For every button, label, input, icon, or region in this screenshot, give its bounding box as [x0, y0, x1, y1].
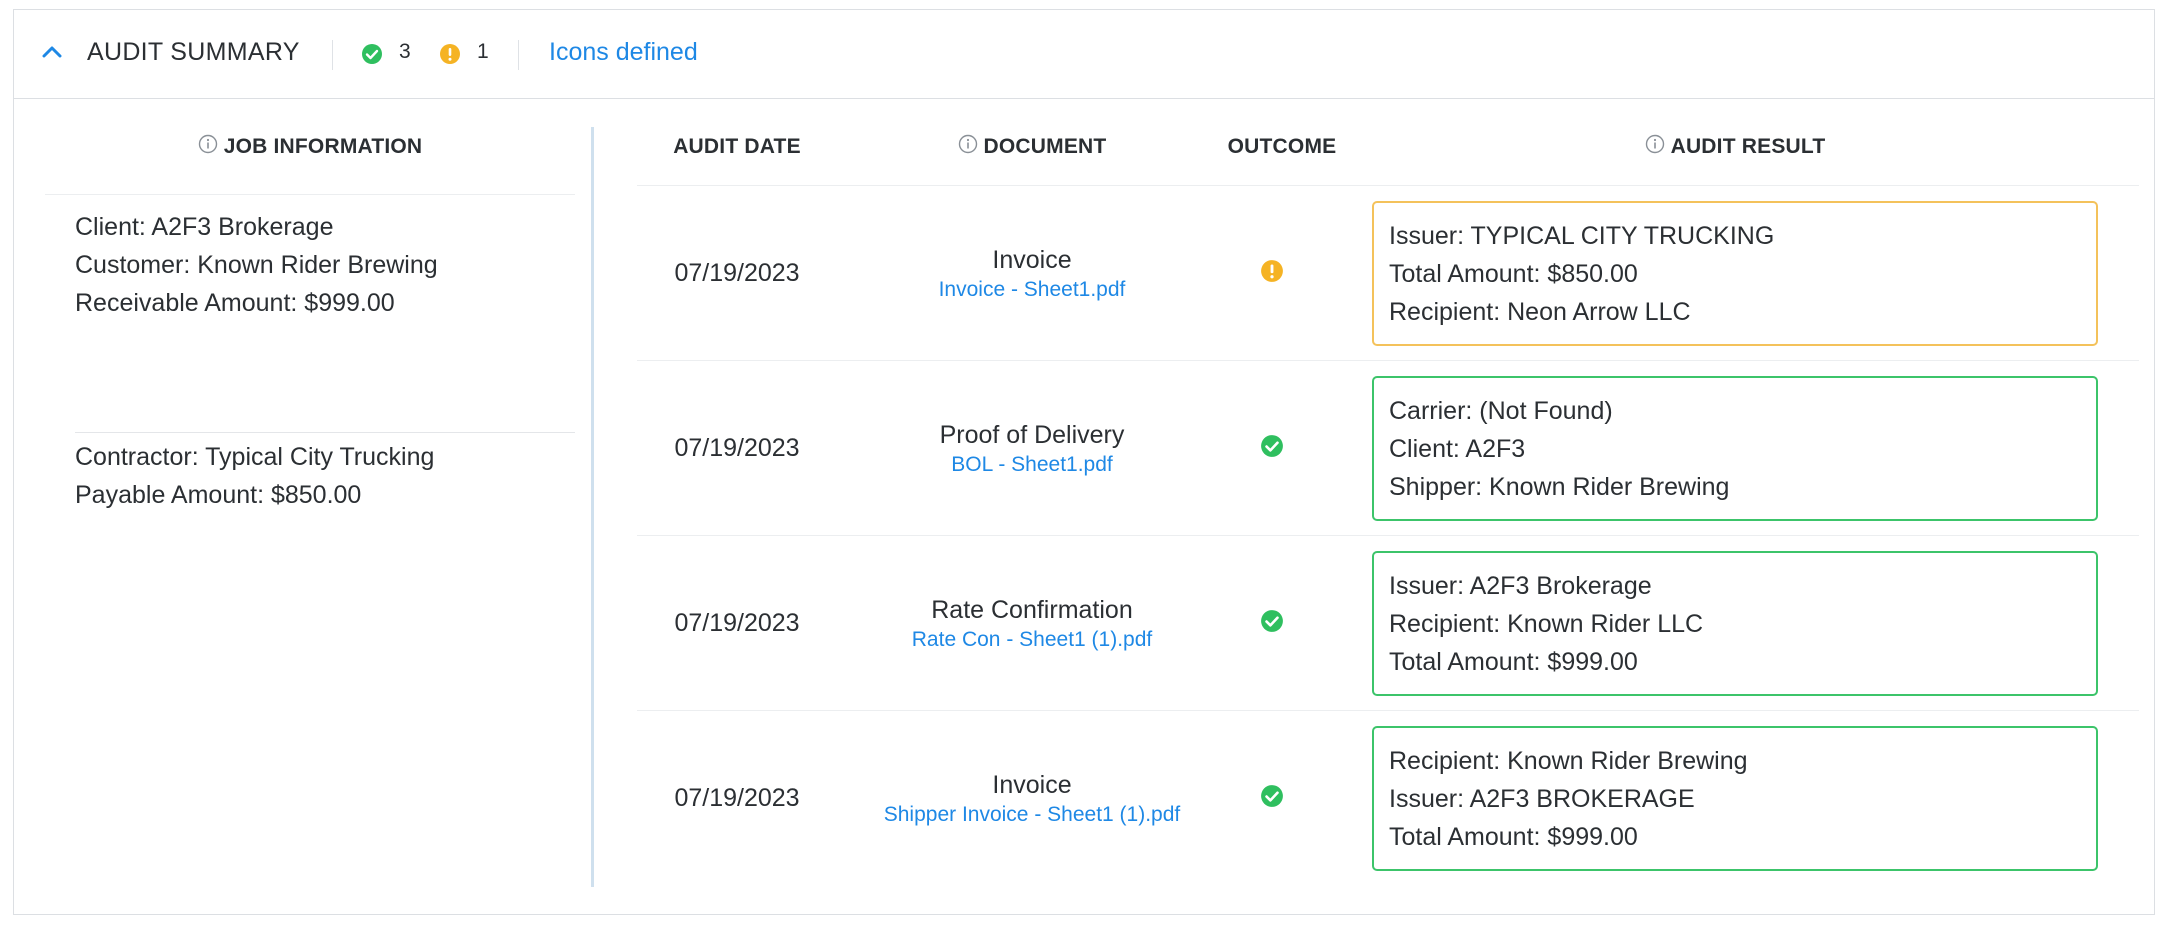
contractor-text: Contractor: Typical City Trucking [75, 443, 435, 471]
document-type: Invoice [992, 770, 1072, 799]
icons-defined-link[interactable]: Icons defined [549, 38, 698, 67]
audit-result-line: Issuer: A2F3 Brokerage [1389, 572, 1652, 600]
audit-result-box: Issuer: A2F3 Brokerage Recipient: Known … [1372, 551, 2098, 696]
payable-amount-text: Payable Amount: $850.00 [75, 481, 362, 509]
outcome-cell [1242, 361, 1302, 536]
job-contractor-info: Contractor: Typical City Trucking Payabl… [75, 438, 434, 514]
job-information-header: JOB INFORMATION [45, 122, 575, 172]
audit-date: 07/19/2023 [674, 434, 800, 462]
check-circle-icon [1260, 434, 1284, 463]
audit-result-line: Issuer: A2F3 BROKERAGE [1389, 785, 1695, 813]
header-divider [518, 40, 519, 70]
audit-result-line: Total Amount: $999.00 [1389, 648, 1638, 676]
document-cell: Invoice Invoice - Sheet1.pdf [832, 186, 1232, 361]
audit-row: 07/19/2023 Invoice Shipper Invoice - She… [637, 711, 2139, 886]
warning-count: 1 [477, 40, 489, 63]
audit-result-line: Recipient: Known Rider Brewing [1389, 747, 1748, 775]
document-file-link[interactable]: Invoice - Sheet1.pdf [939, 276, 1126, 304]
audit-date: 07/19/2023 [674, 259, 800, 287]
info-circle-icon[interactable] [198, 134, 218, 160]
audit-result-line: Total Amount: $850.00 [1389, 260, 1638, 288]
audit-result-line: Recipient: Known Rider LLC [1389, 610, 1704, 638]
audit-result-header: AUDIT RESULT [1372, 122, 2098, 172]
audit-result-line: Carrier: (Not Found) [1389, 397, 1613, 425]
audit-result-line: Client: A2F3 [1389, 435, 1526, 463]
header-divider [332, 40, 333, 70]
success-count: 3 [399, 40, 411, 63]
audit-result-line: Total Amount: $999.00 [1389, 823, 1638, 851]
audit-result-label: AUDIT RESULT [1670, 135, 1826, 158]
exclamation-circle-icon [1260, 259, 1284, 288]
document-type: Invoice [992, 245, 1072, 274]
audit-row: 07/19/2023 Invoice Invoice - Sheet1.pdf … [637, 186, 2139, 361]
document-file-link[interactable]: Shipper Invoice - Sheet1 (1).pdf [884, 801, 1181, 829]
audit-result-box: Recipient: Known Rider Brewing Issuer: A… [1372, 726, 2098, 871]
document-type: Proof of Delivery [939, 420, 1125, 449]
check-circle-icon [1260, 609, 1284, 638]
job-information-label: JOB INFORMATION [223, 135, 423, 158]
job-customer-info: Client: A2F3 Brokerage Customer: Known R… [75, 208, 438, 322]
job-info-divider [75, 432, 575, 433]
outcome-label: OUTCOME [1227, 135, 1337, 158]
document-file-link[interactable]: Rate Con - Sheet1 (1).pdf [912, 626, 1152, 654]
audit-date-label: AUDIT DATE [673, 135, 801, 158]
audit-summary-header: AUDIT SUMMARY 3 1 Icons defined [14, 10, 2154, 99]
document-file-link[interactable]: BOL - Sheet1.pdf [951, 451, 1113, 479]
outcome-header: OUTCOME [1182, 122, 1382, 172]
audit-date-header: AUDIT DATE [637, 122, 837, 172]
column-divider [591, 127, 594, 887]
check-circle-icon [1260, 784, 1284, 813]
audit-result-box: Issuer: TYPICAL CITY TRUCKING Total Amou… [1372, 201, 2098, 346]
document-cell: Rate Confirmation Rate Con - Sheet1 (1).… [832, 536, 1232, 711]
document-type: Rate Confirmation [931, 595, 1133, 624]
check-circle-icon [361, 43, 383, 70]
audit-result-line: Shipper: Known Rider Brewing [1389, 473, 1730, 501]
document-label: DOCUMENT [983, 135, 1107, 158]
document-cell: Invoice Shipper Invoice - Sheet1 (1).pdf [832, 711, 1232, 886]
receivable-amount-text: Receivable Amount: $999.00 [75, 289, 395, 317]
document-cell: Proof of Delivery BOL - Sheet1.pdf [832, 361, 1232, 536]
audit-row: 07/19/2023 Proof of Delivery BOL - Sheet… [637, 361, 2139, 536]
outcome-cell [1242, 536, 1302, 711]
audit-row: 07/19/2023 Rate Confirmation Rate Con - … [637, 536, 2139, 711]
outcome-cell [1242, 186, 1302, 361]
info-circle-icon[interactable] [958, 134, 978, 160]
chevron-up-icon[interactable] [42, 45, 62, 64]
document-header: DOCUMENT [832, 122, 1232, 172]
audit-summary-panel: AUDIT SUMMARY 3 1 Icons defined JOB INFO… [13, 9, 2155, 915]
client-text: Client: A2F3 Brokerage [75, 213, 334, 241]
audit-date: 07/19/2023 [674, 609, 800, 637]
audit-date: 07/19/2023 [674, 784, 800, 812]
section-title: AUDIT SUMMARY [87, 38, 300, 66]
audit-result-box: Carrier: (Not Found) Client: A2F3 Shippe… [1372, 376, 2098, 521]
header-divider [45, 194, 575, 195]
outcome-cell [1242, 711, 1302, 886]
exclamation-circle-icon [439, 43, 461, 70]
info-circle-icon[interactable] [1645, 134, 1665, 160]
audit-result-line: Recipient: Neon Arrow LLC [1389, 298, 1691, 326]
customer-text: Customer: Known Rider Brewing [75, 251, 438, 279]
audit-result-line: Issuer: TYPICAL CITY TRUCKING [1389, 222, 1775, 250]
